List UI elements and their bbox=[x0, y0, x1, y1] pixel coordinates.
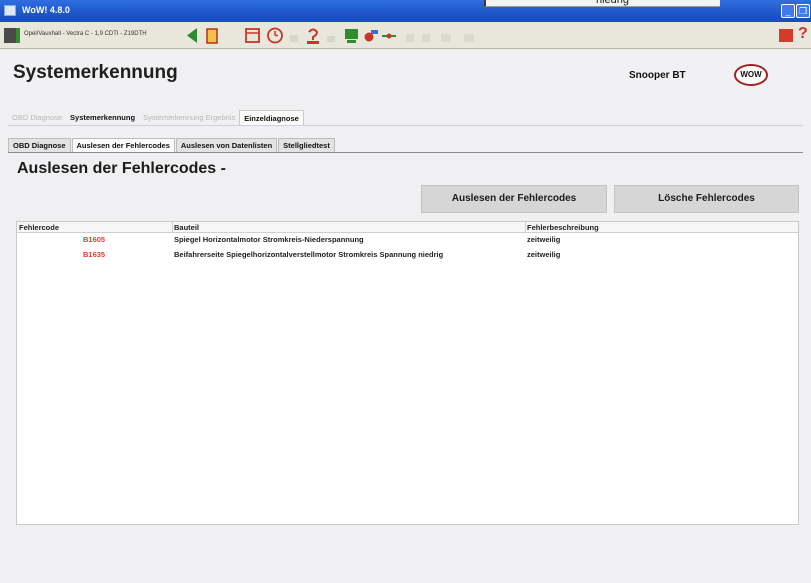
clear-codes-button[interactable]: Lösche Fehlercodes bbox=[614, 185, 799, 213]
fault-description: zeitweilig bbox=[527, 250, 561, 259]
window-title: WoW! 4.8.0 bbox=[22, 5, 70, 15]
computer-icon[interactable] bbox=[343, 26, 361, 45]
overlapping-window-fragment: niedrig bbox=[484, 0, 720, 7]
help-icon[interactable]: ? bbox=[798, 25, 808, 43]
overlay-text: niedrig bbox=[596, 0, 630, 6]
page-title: Systemerkennung bbox=[13, 62, 178, 83]
subtab-stellgliedtest[interactable]: Stellgliedtest bbox=[278, 138, 335, 152]
page-header: Systemerkennung Snooper BT WOW bbox=[0, 50, 811, 102]
column-header-code[interactable]: Fehlercode bbox=[19, 223, 59, 232]
top-tab-bar: OBD Diagnose Systemerkennung Systemerken… bbox=[8, 110, 304, 126]
flag-icon[interactable] bbox=[779, 29, 793, 42]
tab-systemerkennung-ergebnis[interactable]: Systemerkennung Ergebnis bbox=[139, 110, 239, 125]
fault-code-table[interactable]: Fehlercode Bauteil Fehlerbeschreibung B1… bbox=[16, 221, 799, 525]
disabled-tool-icon bbox=[404, 26, 416, 45]
fault-description: zeitweilig bbox=[527, 235, 561, 244]
table-row[interactable]: B1635 Beifahrerseite Spiegelhorizontalve… bbox=[17, 249, 798, 260]
vehicle-info: Opel/Vauxhall - Vectra C - 1,9 CDTI - Z1… bbox=[24, 31, 147, 37]
table-row[interactable]: B1605 Spiegel Horizontalmotor Stromkreis… bbox=[17, 234, 798, 245]
tab-systemerkennung[interactable]: Systemerkennung bbox=[66, 110, 139, 125]
fault-component: Spiegel Horizontalmotor Stromkreis-Niede… bbox=[174, 235, 364, 244]
read-codes-button[interactable]: Auslesen der Fehlercodes bbox=[421, 185, 607, 213]
column-header-description[interactable]: Fehlerbeschreibung bbox=[527, 223, 599, 232]
subtab-auslesen-fehlercodes[interactable]: Auslesen der Fehlercodes bbox=[71, 138, 175, 152]
restore-button[interactable]: ❐ bbox=[796, 4, 810, 18]
column-divider bbox=[525, 222, 526, 233]
tab-bar-divider bbox=[8, 125, 803, 126]
disabled-tool-icon bbox=[420, 26, 432, 45]
exit-door-icon[interactable] bbox=[204, 26, 220, 45]
subtab-obd-diagnose[interactable]: OBD Diagnose bbox=[8, 138, 71, 152]
fault-code: B1605 bbox=[83, 235, 106, 244]
minimize-button[interactable]: _ bbox=[781, 4, 795, 18]
back-arrow-icon[interactable] bbox=[185, 26, 199, 45]
disabled-tool-icon bbox=[325, 26, 337, 45]
clock-icon[interactable] bbox=[266, 26, 284, 45]
diagnostic-tool-icon[interactable] bbox=[362, 26, 380, 45]
main-toolbar: Opel/Vauxhall - Vectra C - 1,9 CDTI - Z1… bbox=[0, 22, 811, 49]
device-name: Snooper BT bbox=[629, 70, 686, 81]
tab-obd-diagnose[interactable]: OBD Diagnose bbox=[8, 110, 66, 125]
connector-icon[interactable] bbox=[380, 26, 398, 45]
sub-tab-divider bbox=[8, 152, 803, 153]
vehicle-select-icon[interactable] bbox=[4, 28, 20, 43]
fault-code: B1635 bbox=[83, 250, 106, 259]
wow-logo: WOW bbox=[734, 64, 768, 86]
column-header-component[interactable]: Bauteil bbox=[174, 223, 199, 232]
disabled-tool-icon bbox=[438, 26, 454, 45]
calendar-icon[interactable] bbox=[244, 26, 262, 45]
tab-einzeldiagnose[interactable]: Einzeldiagnose bbox=[239, 110, 304, 125]
help-query-icon[interactable] bbox=[305, 26, 321, 45]
subtab-auslesen-datenlisten[interactable]: Auslesen von Datenlisten bbox=[175, 138, 278, 152]
disabled-tool-icon bbox=[461, 26, 477, 45]
table-header: Fehlercode Bauteil Fehlerbeschreibung bbox=[17, 222, 798, 233]
fault-component: Beifahrerseite Spiegelhorizontalverstell… bbox=[174, 250, 444, 259]
sub-tab-bar: OBD Diagnose Auslesen der Fehlercodes Au… bbox=[8, 138, 336, 153]
disabled-tool-icon bbox=[287, 26, 301, 45]
app-icon bbox=[4, 5, 16, 16]
section-heading: Auslesen der Fehlercodes - bbox=[17, 160, 226, 177]
column-divider bbox=[172, 222, 173, 233]
